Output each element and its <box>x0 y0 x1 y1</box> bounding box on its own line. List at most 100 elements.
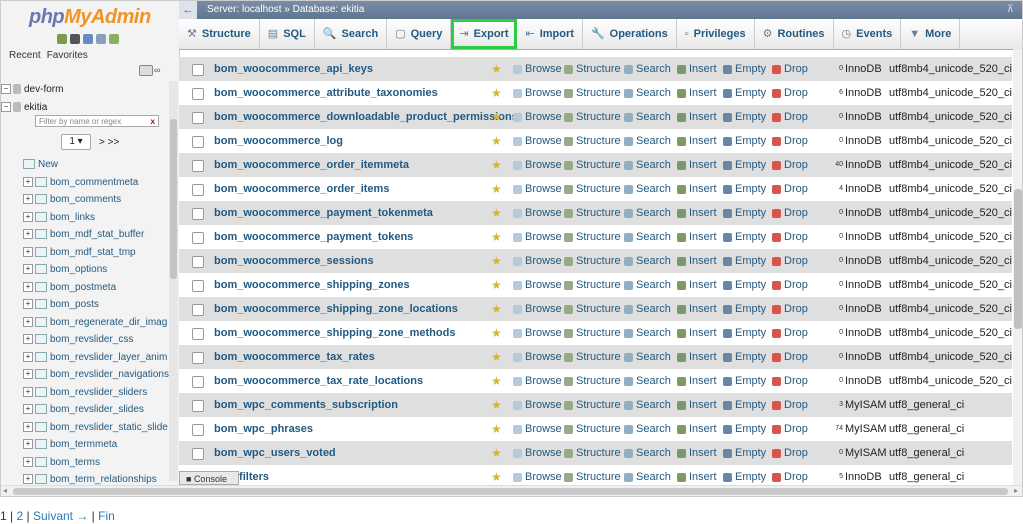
table-name-link[interactable]: bom_woocommerce_downloadable_product_per… <box>214 105 518 129</box>
browse-action[interactable]: Browse <box>513 297 562 321</box>
table-name-link[interactable]: bom_woocommerce_sessions <box>214 249 374 273</box>
insert-action[interactable]: Insert <box>677 465 717 485</box>
logout-icon[interactable] <box>70 34 80 44</box>
browse-action[interactable]: Browse <box>513 105 562 129</box>
search-action[interactable]: Search <box>624 273 671 297</box>
insert-action[interactable]: Insert <box>677 249 717 273</box>
table-name-link[interactable]: bom_woocommerce_log <box>214 129 343 153</box>
tree-table-item[interactable]: + bom_revslider_slides <box>1 401 171 419</box>
table-name-link[interactable]: bom_woocommerce_api_keys <box>214 57 373 81</box>
search-action[interactable]: Search <box>624 153 671 177</box>
expand-icon[interactable]: + <box>23 386 33 397</box>
expand-icon[interactable]: + <box>23 176 33 187</box>
structure-action[interactable]: Structure <box>564 105 621 129</box>
browse-action[interactable]: Browse <box>513 441 562 465</box>
row-checkbox[interactable] <box>192 208 204 220</box>
expand-icon[interactable]: + <box>23 194 33 205</box>
expand-icon[interactable]: + <box>23 246 33 257</box>
search-action[interactable]: Search <box>624 129 671 153</box>
insert-action[interactable]: Insert <box>677 57 717 81</box>
tree-table-item[interactable]: + bom_regenerate_dir_imag <box>1 314 171 332</box>
collapse-icon[interactable]: − <box>1 101 11 112</box>
tree-table-item[interactable]: + bom_terms <box>1 454 171 472</box>
browse-action[interactable]: Browse <box>513 345 562 369</box>
tree-table-item[interactable]: + bom_mdf_stat_tmp <box>1 244 171 262</box>
insert-action[interactable]: Insert <box>677 105 717 129</box>
tree-db-devform[interactable]: − dev-form <box>1 81 171 99</box>
tab-routines[interactable]: ⚙ Routines <box>755 19 834 49</box>
browse-action[interactable]: Browse <box>513 81 562 105</box>
help-icon[interactable] <box>83 34 93 44</box>
row-checkbox[interactable] <box>192 256 204 268</box>
table-name-link[interactable]: bom_woocommerce_tax_rates <box>214 345 375 369</box>
structure-action[interactable]: Structure <box>564 129 621 153</box>
insert-action[interactable]: Insert <box>677 177 717 201</box>
search-action[interactable]: Search <box>624 57 671 81</box>
tab-query[interactable]: ▢ Query <box>387 19 452 49</box>
table-filter-input[interactable]: Filter by name or regex x <box>35 115 159 127</box>
browse-action[interactable]: Browse <box>513 321 562 345</box>
tree-table-item[interactable]: + bom_termmeta <box>1 436 171 454</box>
expand-icon[interactable]: + <box>23 439 33 450</box>
expand-icon[interactable]: + <box>23 404 33 415</box>
favorite-star-icon[interactable]: ★ <box>491 153 502 177</box>
nav-scrollbar-thumb[interactable] <box>170 119 177 279</box>
browse-action[interactable]: Browse <box>513 273 562 297</box>
tree-table-item[interactable]: + bom_links <box>1 209 171 227</box>
browse-action[interactable]: Browse <box>513 393 562 417</box>
empty-action[interactable]: Empty <box>723 321 766 345</box>
tab-events[interactable]: ◷ Events <box>834 19 902 49</box>
insert-action[interactable]: Insert <box>677 369 717 393</box>
row-checkbox[interactable] <box>192 136 204 148</box>
expand-icon[interactable]: + <box>23 369 33 380</box>
favorite-star-icon[interactable]: ★ <box>491 297 502 321</box>
link-icon[interactable]: ∞ <box>154 65 160 75</box>
favorite-star-icon[interactable]: ★ <box>491 465 502 485</box>
tree-table-item[interactable]: + bom_revslider_sliders <box>1 384 171 402</box>
search-action[interactable]: Search <box>624 177 671 201</box>
empty-action[interactable]: Empty <box>723 201 766 225</box>
empty-action[interactable]: Empty <box>723 81 766 105</box>
structure-action[interactable]: Structure <box>564 369 621 393</box>
favorite-star-icon[interactable]: ★ <box>491 105 502 129</box>
search-action[interactable]: Search <box>624 297 671 321</box>
search-action[interactable]: Search <box>624 225 671 249</box>
structure-action[interactable]: Structure <box>564 201 621 225</box>
browse-action[interactable]: Browse <box>513 153 562 177</box>
structure-action[interactable]: Structure <box>564 441 621 465</box>
scroll-right-icon[interactable]: ▸ <box>1014 486 1018 495</box>
structure-action[interactable]: Structure <box>564 417 621 441</box>
expand-icon[interactable]: + <box>23 316 33 327</box>
phpmyadmin-logo[interactable]: phpMyAdmin <box>29 6 151 29</box>
expand-icon[interactable]: + <box>23 229 33 240</box>
scroll-left-icon[interactable]: ◂ <box>3 486 7 495</box>
structure-action[interactable]: Structure <box>564 153 621 177</box>
insert-action[interactable]: Insert <box>677 225 717 249</box>
favorite-star-icon[interactable]: ★ <box>491 225 502 249</box>
tab-privileges[interactable]: ▫ Privileges <box>677 19 755 49</box>
next-page-link[interactable]: > >> <box>99 137 119 148</box>
expand-icon[interactable]: + <box>23 299 33 310</box>
tree-table-item[interactable]: + bom_postmeta <box>1 279 171 297</box>
home-icon[interactable] <box>57 34 67 44</box>
tree-table-item[interactable]: + bom_revslider_css <box>1 331 171 349</box>
table-name-link[interactable]: bom_wpc_phrases <box>214 417 313 441</box>
browse-action[interactable]: Browse <box>513 129 562 153</box>
tab-import[interactable]: ⇤ Import <box>517 19 583 49</box>
table-name-link[interactable]: bom_woocommerce_shipping_zone_methods <box>214 321 455 345</box>
favorite-star-icon[interactable]: ★ <box>491 273 502 297</box>
reload-icon[interactable] <box>109 34 119 44</box>
row-checkbox[interactable] <box>192 400 204 412</box>
search-action[interactable]: Search <box>624 105 671 129</box>
empty-action[interactable]: Empty <box>723 249 766 273</box>
expand-icon[interactable]: + <box>23 334 33 345</box>
favorite-star-icon[interactable]: ★ <box>491 57 502 81</box>
structure-action[interactable]: Structure <box>564 57 621 81</box>
browse-action[interactable]: Browse <box>513 201 562 225</box>
collapse-all-icon[interactable] <box>139 65 153 76</box>
table-name-link[interactable]: bom_woocommerce_payment_tokenmeta <box>214 201 433 225</box>
tab-search[interactable]: 🔍 Search <box>315 19 388 49</box>
insert-action[interactable]: Insert <box>677 201 717 225</box>
search-action[interactable]: Search <box>624 345 671 369</box>
table-name-link[interactable]: bom_woocommerce_shipping_zone_locations <box>214 297 458 321</box>
